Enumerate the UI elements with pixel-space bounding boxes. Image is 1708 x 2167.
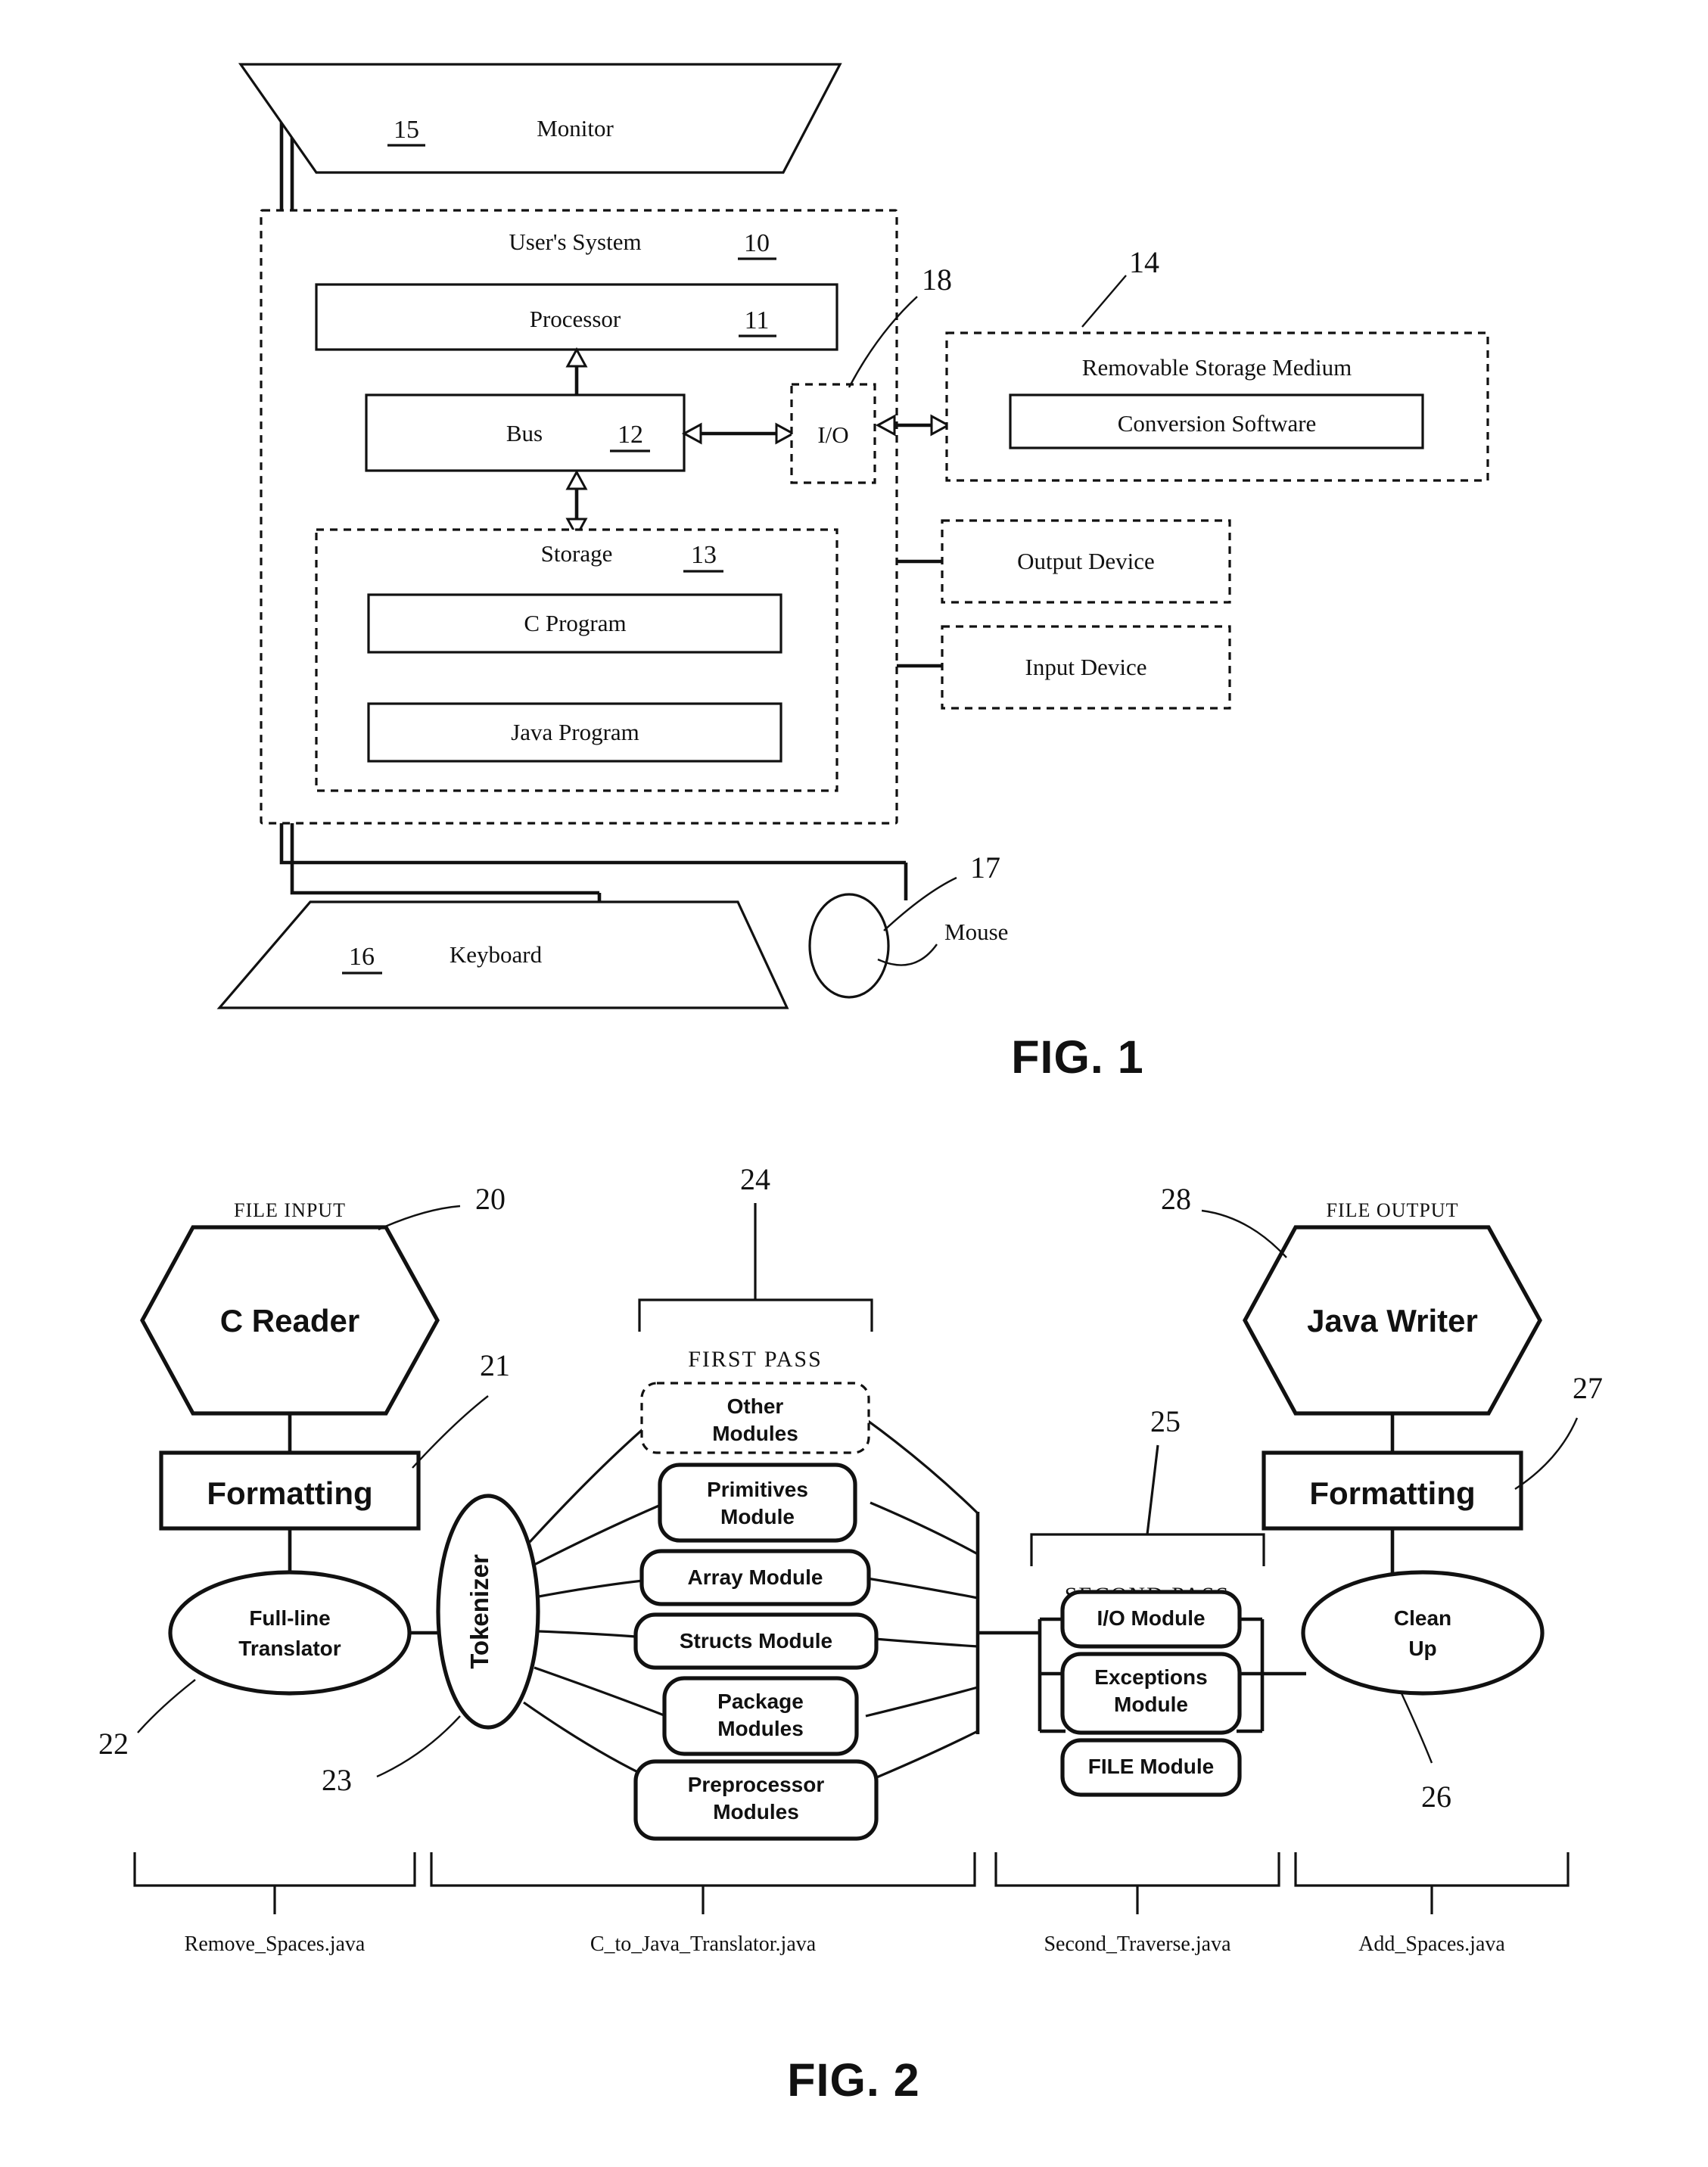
storage-label: Storage: [541, 540, 613, 567]
tokenizer-ref: 23: [322, 1763, 352, 1797]
java-writer-ref: 28: [1161, 1182, 1191, 1216]
module-package-modules-line2: Modules: [717, 1717, 804, 1740]
second-pass-modules: I/O Module Exceptions Module FILE Module: [1060, 1590, 1242, 1797]
module-primitives-module: [658, 1463, 857, 1543]
module-array-module-line1: Array Module: [688, 1565, 823, 1589]
second-pass-bracket: [1030, 1533, 1265, 1566]
patent-drawing-sheet: 15 Monitor User's System 10 Processor 11…: [0, 0, 1708, 2167]
file-brackets: [133, 1852, 1570, 1914]
users-system-ref: 10: [744, 229, 770, 257]
file-output-label: FILE OUTPUT: [1327, 1199, 1459, 1221]
full-line-translator-label-2: Translator: [238, 1637, 341, 1660]
module-structs-module-line1: Structs Module: [680, 1629, 832, 1652]
clean-up-shape: [1301, 1570, 1545, 1696]
tokenizer-ref-leader: [376, 1715, 461, 1778]
module-exceptions-module-line1: Exceptions: [1094, 1665, 1207, 1689]
tokenizer-label: Tokenizer: [465, 1554, 493, 1669]
module-exceptions-module-line2: Module: [1114, 1693, 1188, 1716]
removable-storage-ref-leader: [1081, 275, 1127, 328]
java-writer-label: Java Writer: [1307, 1303, 1478, 1338]
clean-up-ref-leader: [1400, 1693, 1433, 1764]
first-pass-ref: 24: [740, 1162, 770, 1196]
c-reader-ref-leader: [378, 1205, 461, 1231]
fig1-caption: FIG. 1: [1011, 1031, 1143, 1083]
figure-1: 15 Monitor User's System 10 Processor 11…: [216, 63, 1489, 1083]
c-program-label: C Program: [524, 610, 626, 636]
removable-storage-label: Removable Storage Medium: [1082, 354, 1352, 381]
file-label-add-spaces: Add_Spaces.java: [1358, 1932, 1505, 1956]
formatting-in-ref-leader: [412, 1395, 489, 1469]
java-program-label: Java Program: [511, 719, 639, 745]
module-other-modules-line1: Other: [727, 1394, 784, 1418]
module-io-module-line1: I/O Module: [1097, 1606, 1205, 1630]
tokenizer-fan-lines: [523, 1419, 667, 1784]
mouse-label: Mouse: [944, 919, 1008, 945]
mouse-ref: 17: [970, 850, 1000, 885]
module-primitives-module-line1: Primitives: [707, 1478, 808, 1501]
keyboard-label: Keyboard: [450, 941, 543, 968]
formatting-out-label: Formatting: [1309, 1475, 1475, 1511]
clean-up-label-1: Clean: [1394, 1606, 1451, 1630]
full-line-translator-shape: [168, 1570, 412, 1696]
formatting-out-ref-leader: [1514, 1417, 1579, 1491]
full-line-translator-ref-leader: [137, 1679, 196, 1733]
input-device-label: Input Device: [1025, 654, 1147, 680]
formatting-in-label: Formatting: [207, 1475, 372, 1511]
file-label-c-to-java-translator: C_to_Java_Translator.java: [590, 1932, 817, 1956]
java-writer-ref-leader: [1201, 1209, 1287, 1258]
clean-up-ref: 26: [1421, 1780, 1451, 1814]
bus-label: Bus: [506, 420, 543, 446]
io-label: I/O: [817, 421, 848, 448]
io-removable-arrow: [875, 414, 951, 437]
file-input-label: FILE INPUT: [234, 1199, 346, 1221]
full-line-translator-ref: 22: [98, 1727, 129, 1761]
first-pass-label: FIRST PASS: [688, 1347, 823, 1372]
bus-ref: 12: [618, 421, 643, 449]
first-pass-out-lines: [859, 1413, 1040, 1784]
io-ref: 18: [922, 263, 952, 297]
output-device-label: Output Device: [1017, 548, 1155, 574]
mouse-shape: [808, 893, 890, 999]
module-package-modules-line1: Package: [717, 1690, 804, 1713]
c-reader-ref: 20: [475, 1182, 506, 1216]
fig2-caption: FIG. 2: [787, 2054, 919, 2106]
full-line-translator-label-1: Full-line: [249, 1606, 330, 1630]
second-pass-ref-leader: [1146, 1444, 1159, 1535]
first-pass-bracket: [638, 1298, 873, 1332]
second-pass-ref: 25: [1150, 1404, 1181, 1438]
formatting-in-ref: 21: [480, 1348, 510, 1382]
clean-up-label-2: Up: [1408, 1637, 1436, 1660]
monitor-label: Monitor: [537, 115, 614, 141]
removable-storage-ref: 14: [1129, 245, 1159, 279]
module-primitives-module-line2: Module: [720, 1505, 795, 1528]
module-preprocessor-modules-line2: Modules: [713, 1800, 799, 1823]
formatting-out-ref: 27: [1573, 1371, 1603, 1405]
processor-label: Processor: [530, 306, 621, 332]
module-preprocessor-modules-line1: Preprocessor: [688, 1773, 825, 1796]
module-other-modules-line2: Modules: [712, 1422, 798, 1445]
c-reader-label: C Reader: [220, 1303, 359, 1338]
keyboard-ref: 16: [349, 943, 375, 971]
module-file-module-line1: FILE Module: [1088, 1755, 1214, 1778]
first-pass-modules: Other Modules Primitives Module Array Mo…: [633, 1382, 879, 1841]
conversion-software-label: Conversion Software: [1118, 410, 1317, 437]
storage-ref: 13: [691, 541, 717, 569]
file-label-second-traverse: Second_Traverse.java: [1044, 1932, 1231, 1956]
figure-2: FILE INPUT C Reader 20 Formatting 21 Ful…: [98, 1162, 1603, 2106]
users-system-label: User's System: [509, 229, 641, 255]
processor-ref: 11: [745, 306, 770, 334]
file-label-remove-spaces: Remove_Spaces.java: [185, 1932, 366, 1956]
monitor-ref: 15: [394, 116, 419, 144]
